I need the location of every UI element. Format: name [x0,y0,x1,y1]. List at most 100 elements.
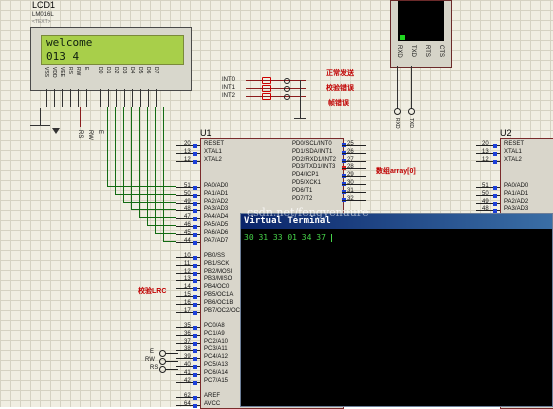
u1-pin-state-icon [193,341,197,346]
button-wire [246,80,306,81]
u1-pin-state-icon [193,287,197,292]
lcd-pin-stub [140,89,141,107]
lcd-rs-label: RS [76,130,83,139]
virtual-terminal-symbol[interactable]: RXD TXD RTS CTS [390,0,452,68]
lcd-pin-labels: VSS VDD VEE RS RW E D0 D1 D2 D3 D4 D5 D6 D7 [41,67,186,83]
u1-pin-state-icon [193,144,197,148]
vterm-symbol-pins: RXD TXD RTS CTS [391,43,451,67]
bus-wire-vertical [147,107,148,225]
u1-pin-state-icon [193,151,197,156]
u1-pin-name: RESET [204,141,225,147]
u1-pin-state-icon [193,310,197,315]
port-c-label: RS [150,365,159,371]
u2-pin-name: XTAL2 [504,156,522,163]
bus-wire-horizontal [155,232,176,234]
button-annotation: 校验错误 [326,85,354,92]
vterm-wire [397,66,398,110]
vterm-pin-label: RXD [396,45,402,58]
terminal-output-text: 30 31 33 01 34 37 [244,233,331,242]
lcd-text-tag: <TEXT> [32,19,51,25]
lcd-screen: welcome 013 4 [41,35,184,65]
annotation-lrc: 校验LRC [138,288,167,295]
lcd-pin-stub [46,89,47,107]
port-c-label: E [150,349,155,355]
bus-wire-horizontal [131,209,176,211]
u1-pin-state-icon [193,232,197,237]
vterm-terminal-icon [408,108,415,115]
lcd-ctrl-wire [80,107,81,127]
vterm-wire [411,66,412,110]
u1-pin-name: PC6/A14 [204,369,229,376]
button-wire [246,96,306,97]
u1-pin-state-icon [193,372,197,377]
vterm-terminal-icon [394,108,401,115]
u2-pin-state-icon [493,144,497,148]
u1-pin-state-icon [193,380,197,385]
button-wire [246,88,306,89]
u1-pin-state-icon [193,256,197,260]
port-c-terminal-icon [159,358,166,365]
lcd-pin-label: D4 [129,67,135,74]
lcd-pin-stub [116,89,117,107]
terminal-output[interactable]: 30 31 33 01 34 37 [244,233,332,242]
lcd-pin-stub [78,89,79,107]
u1-pin-stub [342,168,366,170]
u1-pin-name: PB4/OC0 [204,284,230,291]
u1-pin-name: PB3/MISO [204,276,233,283]
u1-pin-state-icon [193,217,197,222]
u2-pin-name: PA1/AD1 [504,190,529,197]
button-terminal-icon [284,78,290,84]
u1-pin-state-icon [193,403,197,408]
lcd-pin-label: E [83,67,89,71]
lcd-pin-stub [86,89,87,107]
virtual-terminal-window[interactable]: Virtual Terminal 30 31 33 01 34 37 [240,213,553,407]
bus-wire-vertical [107,107,108,186]
port-c-wire [166,369,178,370]
u1-pin-name: XTAL1 [204,148,222,155]
button-terminal-icon [284,86,290,92]
u1-pin-stub [342,176,366,178]
u1-pin-name: PA3/AD3 [204,206,229,213]
u2-ref-label: U2 [500,128,512,138]
u1-pin-name: PD6/T1 [292,187,313,194]
lcd-line-2: 013 4 [46,50,80,63]
u1-pin-state-icon [193,295,197,299]
u1-pin-name: PD5/XCK1 [292,180,322,186]
lcd-pin-stub [156,89,157,107]
schematic-canvas[interactable]: LCD1 LM016L <TEXT> welcome 013 4 VSS VDD V… [0,0,553,409]
u2-pin-state-icon [493,151,497,156]
port-c-wire [166,353,178,354]
u1-pin-stub [342,145,366,146]
u1-pin-name: PB1/SCK [204,260,230,267]
u1-pin-stub [342,160,366,162]
ground-icon [294,118,306,119]
bus-wire-vertical [163,107,164,241]
u2-pin-state-icon [493,186,497,190]
u1-pin-state-icon [193,209,197,214]
u1-ref-label: U1 [200,128,212,138]
u1-pin-state-icon [193,263,197,268]
lcd-pin-label: RS [67,67,73,74]
ground-wire [40,108,41,126]
vterm-pin-label: CTS [438,45,444,57]
lcd-pin-label: D2 [113,67,119,74]
u1-pin-name: PA0/AD0 [204,183,229,189]
lcd-ref-label: LCD1 [32,0,56,10]
button-annotation: 正常发送 [326,70,354,77]
lcd-rw-label: RW [86,130,93,140]
vterm-pin-label: RTS [424,45,430,57]
button-ground-wire [300,80,301,118]
lcd-pin-label: RW [75,67,81,76]
button-terminal-icon [284,94,290,100]
watermark-overlay: csdn.net/fengyenuure [247,206,369,219]
u2-pin-name: PA2/AD2 [504,198,529,205]
bus-wire-horizontal [107,186,176,187]
u1-pin-state-icon [193,271,197,276]
u1-pin-name: PC2/A10 [204,338,229,345]
u1-pin-name: PC5/A13 [204,362,229,368]
lcd-pin-label: D5 [137,67,143,74]
vterm-led-icon [400,35,405,40]
u2-pin-state-icon [493,193,497,198]
lcd-display[interactable]: welcome 013 4 VSS VDD VEE RS RW E D0 D1 D2 D3 D4 D5… [30,27,192,91]
u2-pin-name: XTAL1 [504,148,522,155]
